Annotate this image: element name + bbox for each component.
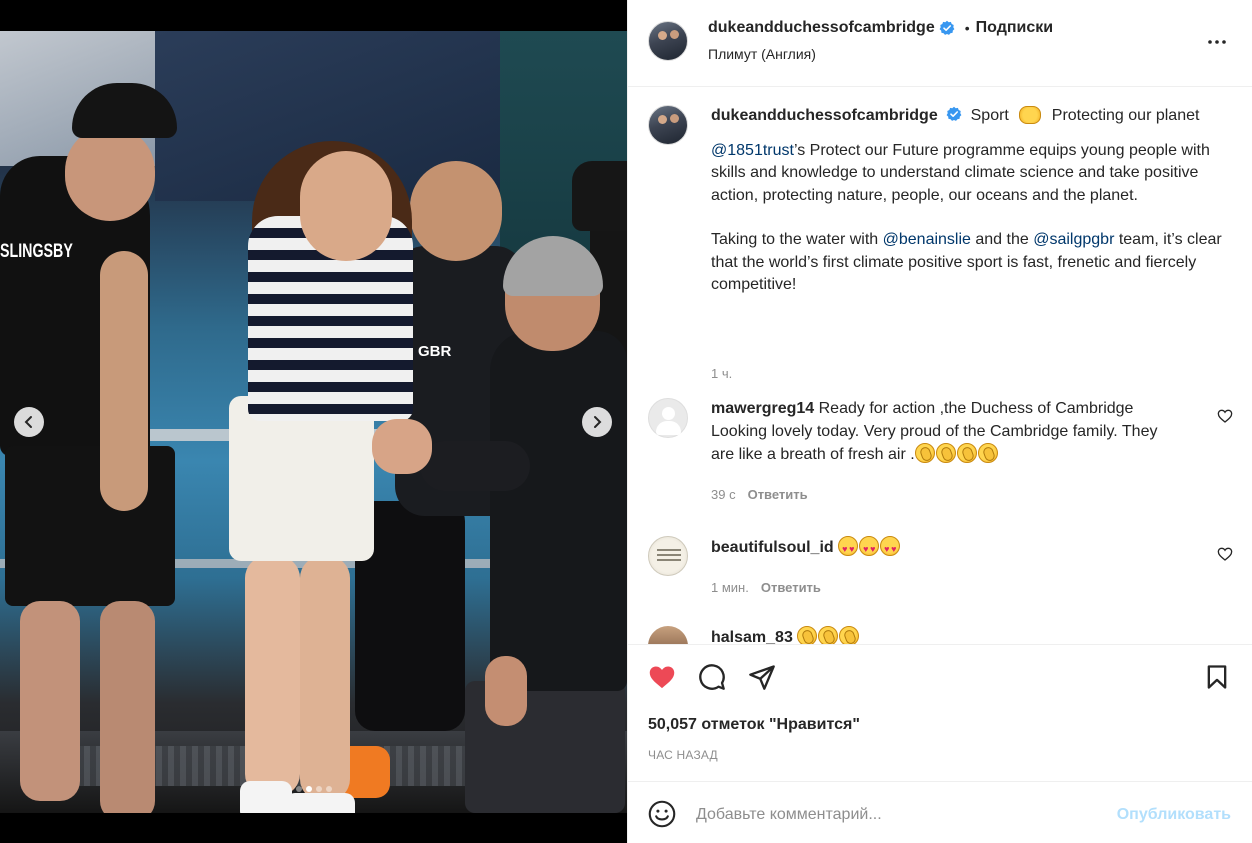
following-button[interactable]: Подписки bbox=[976, 19, 1053, 37]
carousel-dot bbox=[325, 786, 332, 792]
comment-like-icon[interactable] bbox=[1217, 546, 1233, 562]
share-paper-plane-icon[interactable] bbox=[748, 663, 776, 691]
publish-button[interactable]: Опубликовать bbox=[1117, 806, 1231, 824]
commenter-avatar[interactable] bbox=[648, 398, 688, 438]
post-media: SLINGSBY GBR bbox=[0, 0, 627, 843]
chevron-left-icon bbox=[24, 416, 32, 428]
comment-timestamp[interactable]: 39 с bbox=[711, 487, 736, 502]
reply-button[interactable]: Ответить bbox=[748, 487, 808, 502]
carousel-dot-active bbox=[305, 786, 312, 792]
add-comment-bar: Опубликовать bbox=[628, 781, 1252, 843]
clap-emoji-icon bbox=[818, 626, 839, 644]
carousel-prev-button[interactable] bbox=[14, 407, 44, 437]
more-options-icon[interactable] bbox=[1205, 30, 1229, 54]
likes-count[interactable]: 50,057 отметок "Нравится" bbox=[648, 716, 860, 734]
reply-button[interactable]: Ответить bbox=[761, 580, 821, 595]
post-actions: 50,057 отметок "Нравится" ЧАС НАЗАД bbox=[628, 644, 1252, 781]
heart-eyes-emoji-icon bbox=[880, 536, 901, 561]
commenter-avatar[interactable] bbox=[648, 626, 688, 644]
heart-eyes-emoji-icon bbox=[859, 536, 880, 561]
mention-link[interactable]: @1851trust bbox=[711, 142, 794, 159]
chevron-right-icon bbox=[594, 416, 602, 428]
post-timestamp[interactable]: ЧАС НАЗАД bbox=[648, 748, 718, 762]
comment-timestamp[interactable]: 1 мин. bbox=[711, 580, 749, 595]
mention-link[interactable]: @sailgpgbr bbox=[1033, 231, 1114, 248]
post-header: dukeandduchessofcambridge • Подписки Пли… bbox=[628, 0, 1252, 87]
caption-timestamp[interactable]: 1 ч. bbox=[711, 366, 732, 381]
like-heart-icon[interactable] bbox=[648, 663, 676, 691]
author-avatar[interactable] bbox=[648, 21, 688, 61]
carousel-dots bbox=[0, 786, 627, 792]
clap-emoji-icon bbox=[977, 443, 998, 463]
comments-section[interactable]: dukeandduchessofcambridge Sport Protecti… bbox=[628, 88, 1252, 644]
save-bookmark-icon[interactable] bbox=[1203, 663, 1231, 691]
caption-author-avatar[interactable] bbox=[648, 105, 688, 145]
post-photo[interactable]: SLINGSBY GBR bbox=[0, 31, 627, 813]
clap-emoji-icon bbox=[914, 443, 935, 463]
post-panel: dukeandduchessofcambridge • Подписки Пли… bbox=[627, 0, 1252, 843]
caption-text-sport: Sport bbox=[970, 107, 1009, 124]
comment-like-icon[interactable] bbox=[1217, 408, 1233, 424]
clap-emoji-icon bbox=[956, 443, 977, 463]
comment-input[interactable] bbox=[696, 802, 1096, 828]
clap-emoji-icon bbox=[839, 626, 860, 644]
photo-vest-text: GBR bbox=[418, 343, 452, 360]
author-username[interactable]: dukeandduchessofcambridge bbox=[708, 19, 935, 37]
mention-link[interactable]: @benainslie bbox=[883, 231, 971, 248]
carousel-dot bbox=[295, 786, 302, 792]
heart-eyes-emoji-icon bbox=[838, 536, 859, 561]
commenter-username[interactable]: beautifulsoul_id bbox=[711, 539, 834, 556]
caption-text-planet: Protecting our planet bbox=[1051, 107, 1200, 124]
verified-badge-icon bbox=[946, 106, 962, 121]
caption-username[interactable]: dukeandduchessofcambridge bbox=[711, 107, 938, 124]
header-separator: • bbox=[964, 20, 970, 36]
post-location[interactable]: Плимут (Англия) bbox=[708, 46, 816, 62]
commenter-username[interactable]: mawergreg14 bbox=[711, 400, 814, 417]
verified-badge-icon bbox=[939, 20, 955, 35]
commenter-username[interactable]: halsam_83 bbox=[711, 629, 793, 644]
instagram-post-modal: SLINGSBY GBR dukeandduchessofcambridge •… bbox=[0, 0, 1252, 843]
commenter-avatar[interactable] bbox=[648, 536, 688, 576]
emoji-picker-icon[interactable] bbox=[648, 800, 676, 828]
caption-paragraph-2-b: and the bbox=[970, 231, 1034, 248]
handshake-emoji-icon bbox=[1019, 106, 1042, 124]
carousel-dot bbox=[315, 786, 322, 792]
photo-jersey-text: SLINGSBY bbox=[0, 241, 73, 262]
clap-emoji-icon bbox=[935, 443, 956, 463]
caption-paragraph-2-a: Taking to the water with bbox=[711, 231, 883, 248]
clap-emoji-icon bbox=[797, 626, 818, 644]
carousel-next-button[interactable] bbox=[582, 407, 612, 437]
comment-bubble-icon[interactable] bbox=[698, 663, 726, 691]
